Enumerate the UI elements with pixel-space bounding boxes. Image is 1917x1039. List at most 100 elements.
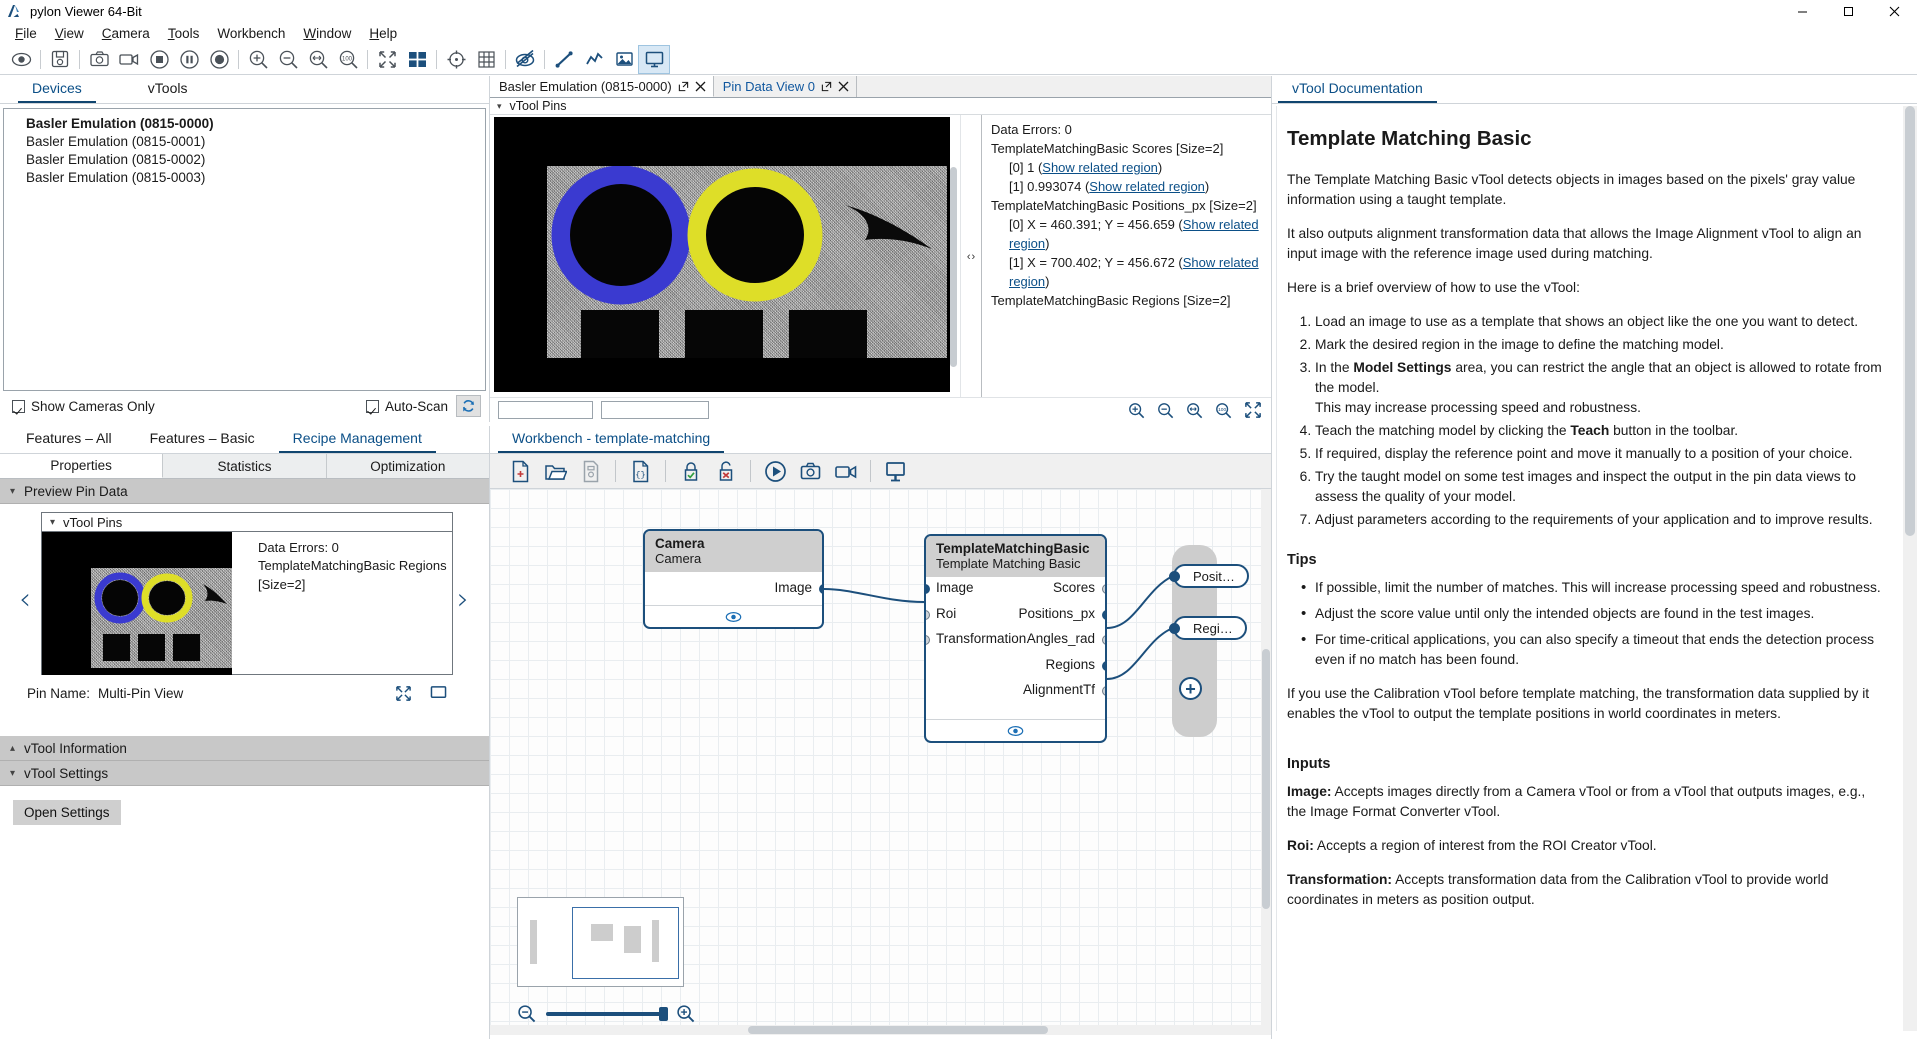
output-pill-positions[interactable]: Posit… bbox=[1169, 564, 1249, 588]
close-icon[interactable] bbox=[695, 81, 706, 92]
preview-next-button[interactable]: › bbox=[457, 582, 469, 617]
zoom-100-icon[interactable]: 100 bbox=[333, 46, 363, 73]
graph-horizontal-scrollbar[interactable] bbox=[490, 1025, 1271, 1035]
group-preview-pin-data[interactable]: ▾ Preview Pin Data bbox=[0, 479, 489, 504]
output-pill-regions[interactable]: Regi… bbox=[1169, 616, 1247, 640]
menu-view[interactable]: View bbox=[46, 24, 93, 43]
menu-tools[interactable]: Tools bbox=[159, 24, 209, 43]
line-profile-icon[interactable] bbox=[549, 46, 579, 73]
graph-zoom-slider[interactable] bbox=[546, 1006, 668, 1021]
tab-workbench[interactable]: Workbench - template-matching bbox=[498, 426, 725, 453]
continuous-shot-icon[interactable] bbox=[6, 46, 36, 73]
output-port-regions[interactable] bbox=[1101, 660, 1105, 671]
fullscreen-icon[interactable] bbox=[1244, 401, 1262, 419]
splitter-collapse-left-icon[interactable]: ‹ bbox=[967, 251, 971, 263]
tab-vtool-documentation[interactable]: vTool Documentation bbox=[1278, 76, 1437, 103]
input-port-transformation[interactable] bbox=[926, 635, 930, 645]
show-cameras-only-checkbox[interactable]: Show Cameras Only bbox=[12, 399, 155, 414]
detach-icon[interactable] bbox=[678, 81, 689, 92]
menu-camera[interactable]: Camera bbox=[93, 24, 159, 43]
tab-recipe-management[interactable]: Recipe Management bbox=[278, 426, 436, 453]
image-canvas[interactable] bbox=[490, 115, 960, 398]
node-input-row[interactable]: Roi Positions_px bbox=[926, 603, 1105, 629]
splitter-collapse-right-icon[interactable]: › bbox=[972, 251, 976, 263]
device-list-item[interactable]: Basler Emulation (0815-0001) bbox=[4, 132, 485, 150]
unlock-recipe-icon[interactable] bbox=[708, 457, 743, 486]
scrollbar-thumb[interactable] bbox=[748, 1026, 1048, 1034]
zoom-in-icon[interactable] bbox=[243, 46, 273, 73]
menu-help[interactable]: Help bbox=[360, 24, 406, 43]
node-output-row[interactable]: Regions bbox=[926, 654, 1105, 680]
group-vtool-settings[interactable]: ▾ vTool Settings bbox=[0, 761, 489, 786]
node-input-row[interactable]: Image Scores bbox=[926, 577, 1105, 603]
documentation-scrollbar[interactable] bbox=[1903, 106, 1917, 1031]
hide-overlay-icon[interactable] bbox=[510, 46, 540, 73]
scrollbar-thumb[interactable] bbox=[1262, 649, 1270, 909]
recipe-graph-canvas[interactable]: Camera Camera Image TemplateMatchingBasi… bbox=[490, 489, 1271, 1035]
device-list-item[interactable]: Basler Emulation (0815-0000) bbox=[4, 114, 485, 132]
input-port-roi[interactable] bbox=[926, 609, 930, 620]
node-footer[interactable] bbox=[926, 719, 1105, 741]
zoom-fit-icon[interactable] bbox=[1186, 402, 1203, 419]
preview-prev-button[interactable]: ‹ bbox=[19, 582, 31, 617]
menu-window[interactable]: Window bbox=[294, 24, 360, 43]
output-port-alignment-tf[interactable] bbox=[1101, 686, 1105, 696]
save-image-icon[interactable] bbox=[45, 46, 75, 73]
minimize-button[interactable] bbox=[1779, 0, 1825, 22]
maximize-button[interactable] bbox=[1825, 0, 1871, 22]
image-vertical-scrollbar[interactable] bbox=[950, 167, 957, 367]
fullscreen-icon[interactable] bbox=[395, 685, 412, 702]
menu-workbench[interactable]: Workbench bbox=[208, 24, 294, 43]
zoom-out-icon[interactable] bbox=[273, 46, 303, 73]
new-recipe-icon[interactable] bbox=[503, 457, 538, 486]
doc-tab-camera[interactable]: Basler Emulation (0815-0000) bbox=[490, 76, 714, 97]
tab-features-all[interactable]: Features – All bbox=[12, 426, 126, 453]
node-input-row[interactable]: Transformation Angles_rad bbox=[926, 628, 1105, 654]
tab-vtools[interactable]: vTools bbox=[134, 76, 202, 103]
pause-icon[interactable] bbox=[174, 46, 204, 73]
graph-minimap[interactable] bbox=[517, 897, 684, 987]
menu-file[interactable]: File bbox=[6, 24, 46, 43]
histogram-icon[interactable] bbox=[579, 46, 609, 73]
zoom-fit-icon[interactable] bbox=[303, 46, 333, 73]
documentation-content[interactable]: Template Matching Basic The Template Mat… bbox=[1276, 106, 1910, 1031]
detach-icon[interactable] bbox=[821, 81, 832, 92]
lock-recipe-icon[interactable] bbox=[673, 457, 708, 486]
subtab-optimization[interactable]: Optimization bbox=[326, 454, 489, 478]
show-related-region-link[interactable]: Show related region bbox=[1042, 160, 1158, 175]
subtab-statistics[interactable]: Statistics bbox=[163, 454, 327, 478]
save-recipe-icon[interactable] bbox=[573, 457, 608, 486]
preview-thumbnail[interactable] bbox=[42, 532, 232, 675]
show-related-region-link[interactable]: Show related region bbox=[1089, 179, 1205, 194]
zoom-out-icon[interactable] bbox=[1157, 402, 1174, 419]
open-pin-view-icon[interactable] bbox=[878, 457, 913, 486]
preview-pin-card-header[interactable]: ▾ vTool Pins bbox=[42, 513, 452, 532]
pill-port[interactable] bbox=[1169, 622, 1180, 634]
output-port-image[interactable] bbox=[818, 584, 822, 594]
scrollbar-thumb[interactable] bbox=[1905, 106, 1915, 536]
tab-features-basic[interactable]: Features – Basic bbox=[136, 426, 269, 453]
vtool-pins-header[interactable]: ▾ vTool Pins bbox=[490, 98, 1271, 115]
tab-devices[interactable]: Devices bbox=[18, 76, 96, 103]
eye-icon[interactable] bbox=[1007, 725, 1024, 737]
open-recipe-icon[interactable] bbox=[538, 457, 573, 486]
close-button[interactable] bbox=[1871, 0, 1917, 22]
group-vtool-information[interactable]: ▴ vTool Information bbox=[0, 736, 489, 761]
run-recipe-icon[interactable] bbox=[758, 457, 793, 486]
output-port-positions-px[interactable] bbox=[1101, 609, 1105, 620]
single-shot-icon[interactable] bbox=[84, 46, 114, 73]
zoom-in-icon[interactable] bbox=[1128, 402, 1145, 419]
auto-scan-checkbox[interactable]: Auto-Scan bbox=[365, 399, 448, 414]
device-list-item[interactable]: Basler Emulation (0815-0003) bbox=[4, 168, 485, 186]
image-window-icon[interactable] bbox=[609, 46, 639, 73]
record-video-icon[interactable] bbox=[114, 46, 144, 73]
json-recipe-icon[interactable]: {} bbox=[623, 457, 658, 486]
pill-port[interactable] bbox=[1169, 570, 1180, 582]
input-port-image[interactable] bbox=[926, 584, 930, 594]
node-template-matching-basic[interactable]: TemplateMatchingBasic Template Matching … bbox=[924, 534, 1107, 743]
node-footer[interactable] bbox=[645, 605, 822, 627]
open-settings-button[interactable]: Open Settings bbox=[13, 800, 121, 825]
panel-splitter[interactable]: ‹ › bbox=[960, 115, 981, 398]
close-icon[interactable] bbox=[838, 81, 849, 92]
zoom-out-icon[interactable] bbox=[517, 1004, 536, 1023]
